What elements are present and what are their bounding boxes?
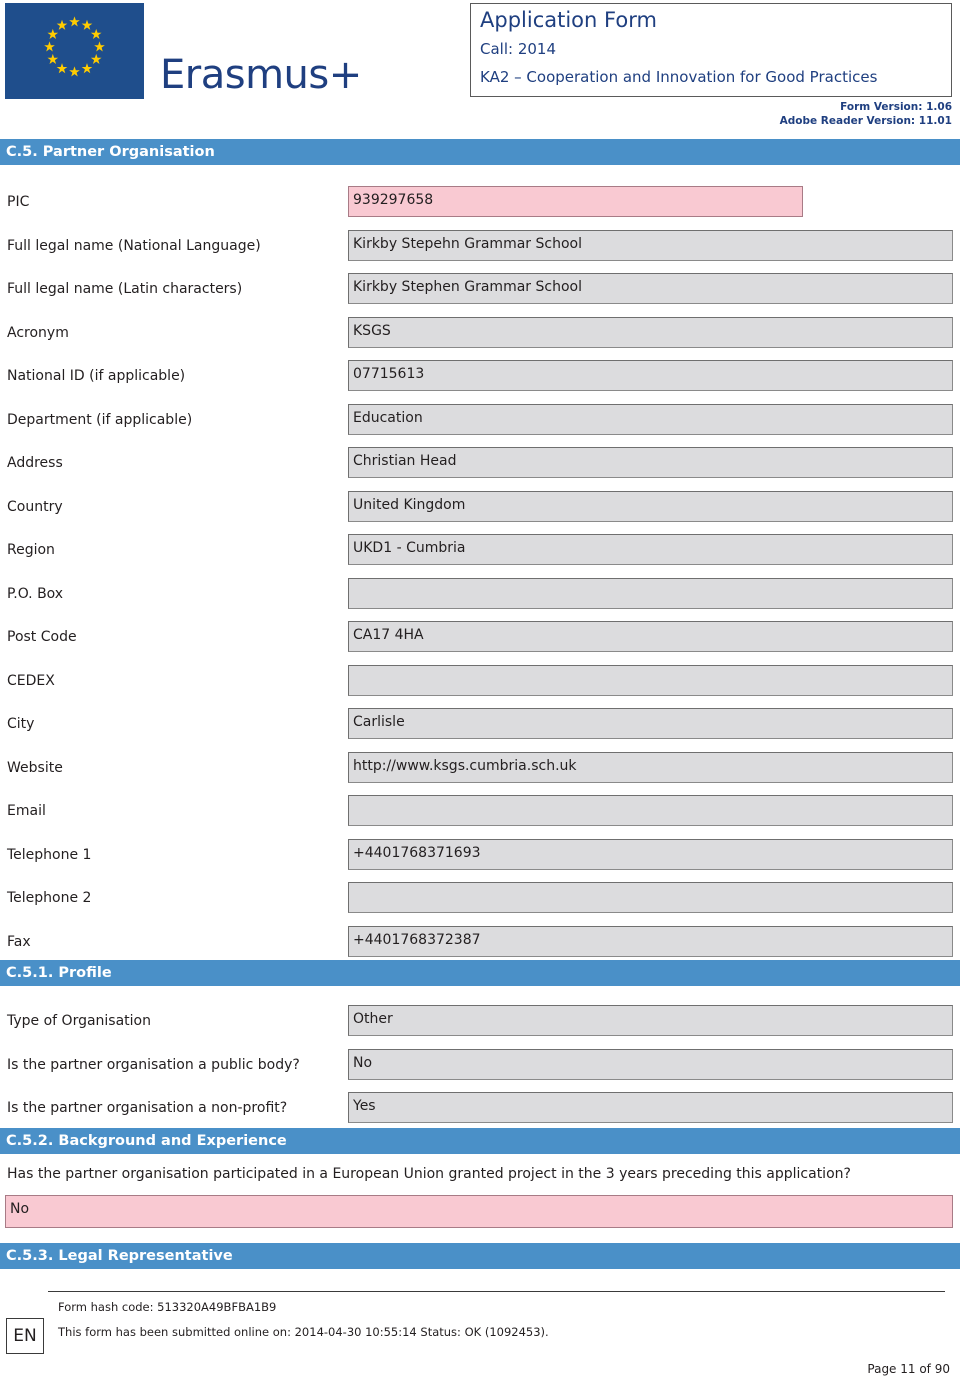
partner-field-label: City [7, 716, 35, 732]
partner-field-input[interactable]: 07715613 [348, 360, 953, 391]
partner-field-input[interactable]: Education [348, 404, 953, 435]
section-header-legal-representative: C.5.3. Legal Representative [0, 1243, 960, 1269]
background-answer-value: No [10, 1201, 30, 1217]
language-badge: EN [6, 1318, 44, 1354]
partner-field-input[interactable] [348, 578, 953, 609]
page-header: Erasmus+ Application Form Call: 2014 KA2… [0, 0, 960, 138]
partner-field-label: Telephone 1 [7, 847, 92, 863]
form-version: Form Version: 1.06 [840, 101, 952, 113]
partner-field-input[interactable] [348, 795, 953, 826]
partner-field-input[interactable]: Carlisle [348, 708, 953, 739]
partner-field-value: CA17 4HA [353, 627, 424, 643]
partner-field-input[interactable]: CA17 4HA [348, 621, 953, 652]
partner-field-label: CEDEX [7, 673, 55, 689]
partner-field-input[interactable]: UKD1 - Cumbria [348, 534, 953, 565]
partner-field-input[interactable]: Kirkby Stephen Grammar School [348, 273, 953, 304]
adobe-reader-version: Adobe Reader Version: 11.01 [779, 115, 952, 127]
erasmus-plus-wordmark: Erasmus+ [160, 52, 362, 98]
partner-field-label: Full legal name (National Language) [7, 238, 261, 254]
partner-field-label: Website [7, 760, 63, 776]
partner-field-input[interactable]: http://www.ksgs.cumbria.sch.uk [348, 752, 953, 783]
partner-field-input[interactable]: +4401768372387 [348, 926, 953, 957]
background-question: Has the partner organisation participate… [7, 1166, 851, 1182]
section-header-partner-organisation: C.5. Partner Organisation [0, 139, 960, 165]
partner-field-value: KSGS [353, 323, 391, 339]
partner-field-value: +4401768371693 [353, 845, 481, 861]
partner-field-value: 07715613 [353, 366, 425, 382]
partner-field-value: http://www.ksgs.cumbria.sch.uk [353, 758, 577, 774]
form-action-type: KA2 – Cooperation and Innovation for Goo… [480, 68, 878, 86]
eu-stars-icon [44, 16, 105, 77]
partner-field-value: Carlisle [353, 714, 405, 730]
version-info: Form Version: 1.06 Adobe Reader Version:… [780, 100, 952, 128]
page-number: Page 11 of 90 [867, 1362, 950, 1376]
partner-field-input[interactable]: United Kingdom [348, 491, 953, 522]
partner-field-input[interactable] [348, 882, 953, 913]
partner-field-value: UKD1 - Cumbria [353, 540, 466, 556]
eu-flag-icon [5, 3, 144, 99]
partner-field-input[interactable]: 939297658 [348, 186, 803, 217]
form-hash-code: Form hash code: 513320A49BFBA1B9 [58, 1300, 277, 1314]
partner-field-label: P.O. Box [7, 586, 64, 602]
section-header-profile: C.5.1. Profile [0, 960, 960, 986]
partner-field-input[interactable]: +4401768371693 [348, 839, 953, 870]
partner-field-value: 939297658 [353, 192, 434, 208]
partner-field-label: National ID (if applicable) [7, 368, 186, 384]
partner-field-label: Department (if applicable) [7, 412, 193, 428]
profile-field-value: Yes [353, 1098, 376, 1114]
form-title: Application Form [480, 8, 657, 32]
partner-field-input[interactable] [348, 665, 953, 696]
profile-field-label: Type of Organisation [7, 1013, 151, 1029]
footer-divider [48, 1291, 945, 1292]
partner-field-label: Country [7, 499, 63, 515]
profile-field-label: Is the partner organisation a non-profit… [7, 1100, 288, 1116]
partner-field-value: +4401768372387 [353, 932, 481, 948]
profile-field-value: No [353, 1055, 373, 1071]
partner-field-label: Full legal name (Latin characters) [7, 281, 243, 297]
partner-field-value: United Kingdom [353, 497, 466, 513]
partner-field-value: Kirkby Stepehn Grammar School [353, 236, 582, 252]
partner-field-value: Kirkby Stephen Grammar School [353, 279, 582, 295]
partner-field-value: Christian Head [353, 453, 457, 469]
partner-field-label: Post Code [7, 629, 77, 645]
profile-field-input[interactable]: Other [348, 1005, 953, 1036]
partner-field-label: Address [7, 455, 63, 471]
profile-field-input[interactable]: No [348, 1049, 953, 1080]
partner-field-label: Acronym [7, 325, 69, 341]
partner-field-label: Telephone 2 [7, 890, 92, 906]
partner-field-value: Education [353, 410, 423, 426]
profile-field-input[interactable]: Yes [348, 1092, 953, 1123]
partner-field-input[interactable]: KSGS [348, 317, 953, 348]
partner-field-label: Region [7, 542, 55, 558]
form-title-box: Application Form Call: 2014 KA2 – Cooper… [470, 3, 952, 97]
partner-field-label: Fax [7, 934, 31, 950]
section-header-background: C.5.2. Background and Experience [0, 1128, 960, 1154]
profile-field-label: Is the partner organisation a public bod… [7, 1057, 300, 1073]
background-answer-field[interactable]: No [5, 1195, 953, 1228]
partner-field-input[interactable]: Kirkby Stepehn Grammar School [348, 230, 953, 261]
submission-status: This form has been submitted online on: … [58, 1325, 549, 1339]
partner-field-label: Email [7, 803, 46, 819]
profile-field-value: Other [353, 1011, 393, 1027]
partner-field-input[interactable]: Christian Head [348, 447, 953, 478]
form-call: Call: 2014 [480, 40, 556, 58]
partner-field-label: PIC [7, 194, 30, 210]
